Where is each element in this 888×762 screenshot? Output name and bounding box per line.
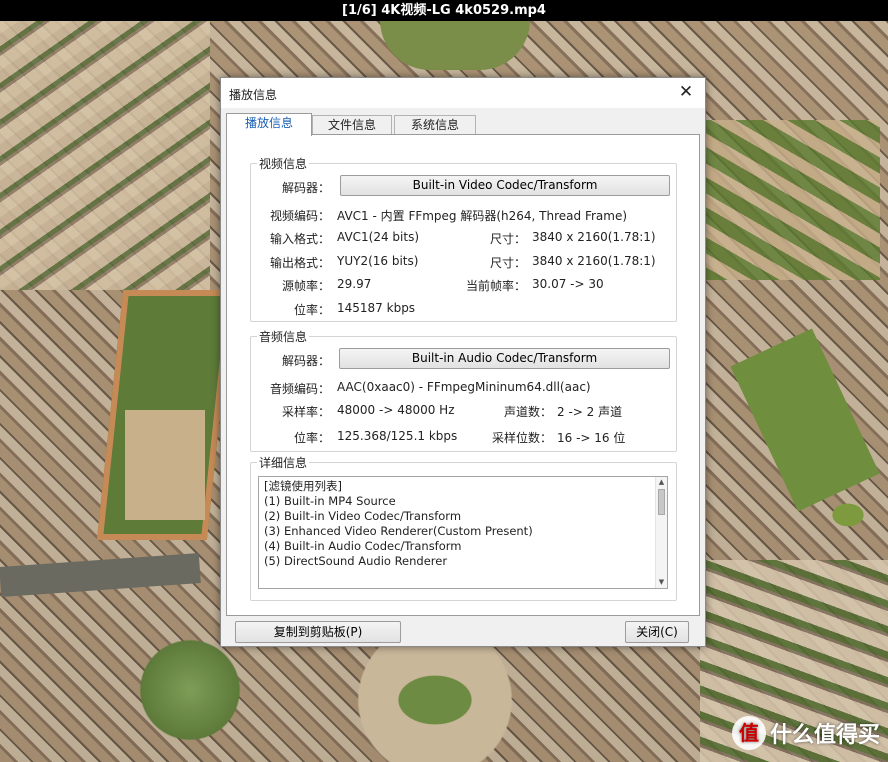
site-watermark: 值什么值得买 xyxy=(731,716,880,750)
park xyxy=(730,328,880,512)
tab-panel: 视频信息 解码器： Built-in Video Codec/Transform… xyxy=(226,134,700,616)
label: 采样率： xyxy=(281,405,330,419)
value: 145187 kbps xyxy=(337,301,416,315)
plaza xyxy=(380,20,530,70)
watermark-logo-icon: 值 xyxy=(731,716,766,750)
label: 视频编码： xyxy=(269,209,330,223)
playback-info-dialog: 播放信息 ✕ 播放信息 文件信息 系统信息 视频信息 解码器： Built-in… xyxy=(220,77,706,647)
label: 尺寸： xyxy=(489,256,526,270)
value: 3840 x 2160(1.78:1) xyxy=(532,254,656,268)
close-button[interactable]: 关闭(C) xyxy=(625,621,689,643)
player-title-bar: [1/6] 4K视频-LG 4k0529.mp4 xyxy=(0,0,888,21)
city-block xyxy=(700,120,880,280)
value: AVC1(24 bits) xyxy=(337,230,420,244)
video-decoder-button[interactable]: Built-in Video Codec/Transform xyxy=(340,175,670,196)
label: 尺寸： xyxy=(489,232,526,246)
scroll-thumb[interactable] xyxy=(658,489,665,515)
label: 位率： xyxy=(293,431,330,445)
value: 125.368/125.1 kbps xyxy=(337,429,458,443)
value: 3840 x 2160(1.78:1) xyxy=(532,230,656,244)
label: 输入格式： xyxy=(269,232,330,246)
value: 29.97 xyxy=(337,277,372,291)
value: 48000 -> 48000 Hz xyxy=(337,403,455,417)
label: 当前帧率： xyxy=(465,279,526,293)
close-icon[interactable]: ✕ xyxy=(675,82,697,104)
label: 声道数： xyxy=(503,405,552,419)
details-group: 详细信息 [滤镜使用列表] (1) Built-in MP4 Source (2… xyxy=(250,454,677,601)
value: AAC(0xaac0) - FFmpegMininum64.dll(aac) xyxy=(337,380,591,394)
details-line: [滤镜使用列表] xyxy=(264,479,342,493)
scroll-down-icon[interactable]: ▼ xyxy=(656,577,667,588)
value: 2 -> 2 声道 xyxy=(557,405,623,419)
details-line: (5) DirectSound Audio Renderer xyxy=(264,554,448,568)
details-textarea[interactable]: [滤镜使用列表] (1) Built-in MP4 Source (2) Bui… xyxy=(258,476,668,589)
city-block xyxy=(0,20,210,290)
watermark-text: 什么值得买 xyxy=(769,723,880,748)
park-lawn xyxy=(125,410,205,520)
video-info-group: 视频信息 解码器： Built-in Video Codec/Transform… xyxy=(250,155,677,322)
audio-decoder-button[interactable]: Built-in Audio Codec/Transform xyxy=(339,348,670,369)
tab-playback-info[interactable]: 播放信息 xyxy=(226,113,312,136)
tab-file-info[interactable]: 文件信息 xyxy=(312,115,392,135)
copy-to-clipboard-button[interactable]: 复制到剪贴板(P) xyxy=(235,621,401,643)
scroll-up-icon[interactable]: ▲ xyxy=(656,477,667,488)
label: 解码器： xyxy=(281,181,330,195)
label: 位率： xyxy=(293,303,330,317)
dialog-title: 播放信息 xyxy=(229,88,278,102)
details-lines: [滤镜使用列表] (1) Built-in MP4 Source (2) Bui… xyxy=(264,479,533,569)
label: 源帧率： xyxy=(281,279,330,293)
details-line: (2) Built-in Video Codec/Transform xyxy=(264,509,462,523)
value: YUY2(16 bits) xyxy=(337,254,419,268)
label: 输出格式： xyxy=(269,256,330,270)
vertical-scrollbar[interactable]: ▲ ▼ xyxy=(655,477,667,588)
details-line: (4) Built-in Audio Codec/Transform xyxy=(264,539,462,553)
value: 16 -> 16 位 xyxy=(557,431,626,445)
value: 30.07 -> 30 xyxy=(532,277,604,291)
label: 采样位数： xyxy=(491,431,552,445)
tab-system-info[interactable]: 系统信息 xyxy=(394,115,476,135)
value: AVC1 - 内置 FFmpeg 解码器(h264, Thread Frame) xyxy=(337,209,628,223)
details-line: (1) Built-in MP4 Source xyxy=(264,494,396,508)
road xyxy=(0,553,201,597)
details-line: (3) Enhanced Video Renderer(Custom Prese… xyxy=(264,524,533,538)
window-title: [1/6] 4K视频-LG 4k0529.mp4 xyxy=(342,3,546,18)
audio-info-group: 音频信息 解码器： Built-in Audio Codec/Transform… xyxy=(250,328,677,452)
group-title: 视频信息 xyxy=(257,155,310,172)
group-title: 音频信息 xyxy=(257,328,310,345)
dialog-title-bar[interactable]: 播放信息 ✕ xyxy=(221,78,705,108)
label: 音频编码： xyxy=(269,382,330,396)
group-title: 详细信息 xyxy=(257,454,310,471)
label: 解码器： xyxy=(281,354,330,368)
